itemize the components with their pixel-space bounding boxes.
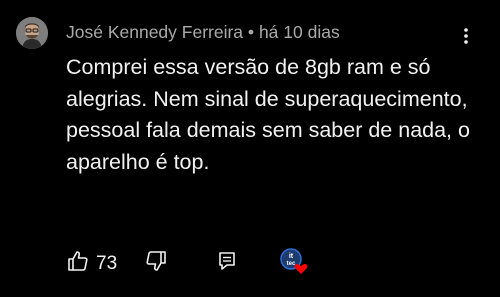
like-count: 73 [96, 252, 118, 274]
comment-text: Comprei essa versão de 8gb ram e só aleg… [66, 55, 470, 174]
comment-header: José Kennedy Ferreira • há 10 dias [66, 22, 340, 42]
like-button[interactable]: 73 [66, 249, 117, 278]
author-name[interactable]: José Kennedy Ferreira [66, 22, 243, 42]
creator-heart-icon: it tec [279, 247, 311, 277]
reply-button[interactable] [216, 250, 238, 277]
reply-icon [216, 250, 238, 277]
comment-timestamp[interactable]: há 10 dias [259, 22, 340, 42]
thumbs-down-icon [144, 249, 168, 278]
svg-text:tec: tec [287, 261, 296, 267]
separator-dot: • [247, 22, 255, 42]
comment-actions: 73 it tec [0, 247, 500, 277]
author-avatar[interactable] [16, 17, 48, 49]
svg-text:it: it [289, 253, 294, 260]
thumbs-up-icon [66, 249, 90, 278]
more-vertical-icon[interactable] [456, 24, 476, 48]
dislike-button[interactable] [144, 249, 168, 278]
